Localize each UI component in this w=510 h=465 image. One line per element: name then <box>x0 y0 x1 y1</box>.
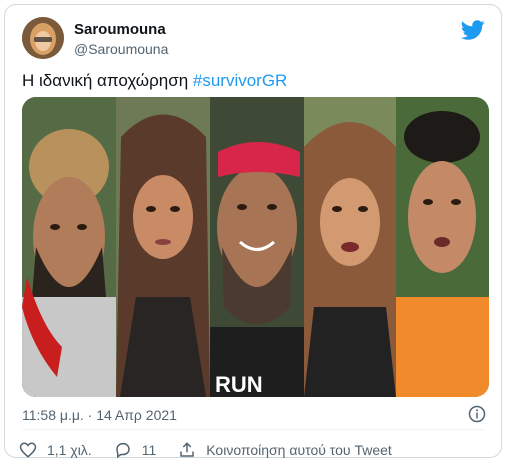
heart-icon <box>19 442 37 458</box>
share-icon <box>180 442 194 457</box>
tweet-timestamp[interactable]: 11:58 μ.μ. · 14 Απρ 2021 <box>22 407 177 423</box>
like-count: 1,1 χιλ. <box>47 442 92 458</box>
avatar[interactable] <box>22 17 64 59</box>
reply-button[interactable]: 11 <box>114 441 157 459</box>
info-icon[interactable] <box>468 405 486 423</box>
share-label: Κοινοποίηση αυτού του Tweet <box>206 442 392 458</box>
photo-panel-1 <box>22 97 116 397</box>
action-bar: 1,1 χιλ. 11 Κοινοποίηση αυτού του Tweet <box>19 439 414 461</box>
divider <box>22 429 484 430</box>
tweet-text: Η ιδανική αποχώρηση #survivorGR <box>22 71 287 91</box>
photo-panel-3: RUN <box>210 97 304 397</box>
display-name[interactable]: Saroumouna <box>74 21 166 38</box>
hashtag-link[interactable]: #survivorGR <box>193 71 287 90</box>
share-button[interactable]: Κοινοποίηση αυτού του Tweet <box>178 441 392 459</box>
like-button[interactable]: 1,1 χιλ. <box>19 441 92 459</box>
reply-icon <box>115 442 130 459</box>
user-handle[interactable]: @Saroumouna <box>74 41 168 57</box>
shirt-text: RUN <box>215 372 263 397</box>
photo-panel-2 <box>116 97 210 397</box>
photo-panel-5 <box>396 97 489 397</box>
twitter-bird-icon[interactable] <box>461 18 485 42</box>
reply-count: 11 <box>141 442 157 458</box>
tweet-text-body: Η ιδανική αποχώρηση <box>22 71 193 90</box>
tweet-card: Saroumouna @Saroumouna Η ιδανική αποχώρη… <box>4 4 502 461</box>
photo-panel-4 <box>304 97 396 397</box>
tweet-media[interactable]: RUN <box>22 97 489 397</box>
